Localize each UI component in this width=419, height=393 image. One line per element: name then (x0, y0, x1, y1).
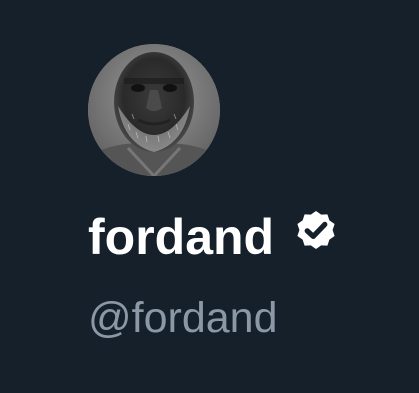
profile-header: fordand @fordand (0, 0, 419, 393)
avatar[interactable] (88, 44, 220, 176)
avatar-photo (88, 44, 220, 176)
verified-badge-icon[interactable] (292, 206, 340, 254)
name-row: fordand (88, 205, 340, 269)
username-handle: @fordand (88, 294, 278, 342)
display-name: fordand (88, 209, 275, 265)
